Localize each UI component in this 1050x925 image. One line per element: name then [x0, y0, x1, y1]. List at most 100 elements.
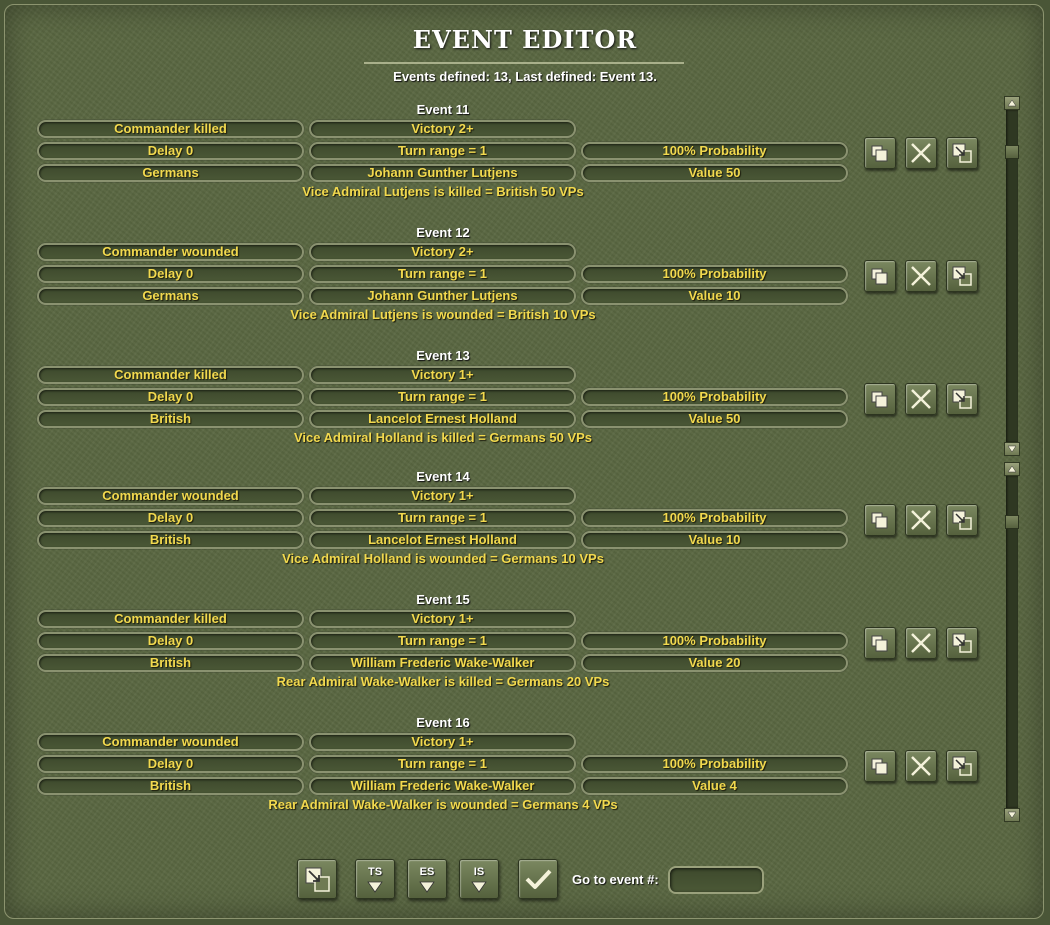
event-title: Event 14	[416, 469, 470, 484]
turn-range-field[interactable]: Turn range = 1	[309, 388, 576, 406]
scrollbar-thumb-upper[interactable]	[1005, 145, 1019, 159]
victory-condition-field[interactable]: Victory 1+	[309, 733, 576, 751]
delete-event-button[interactable]	[905, 260, 937, 292]
delete-event-button[interactable]	[905, 750, 937, 782]
commander-field[interactable]: Johann Gunther Lutjens	[309, 164, 576, 182]
delay-field[interactable]: Delay 0	[37, 755, 304, 773]
side-field[interactable]: British	[37, 654, 304, 672]
confirm-button[interactable]	[518, 859, 558, 899]
is-button[interactable]: IS	[459, 859, 499, 899]
value-field[interactable]: Value 50	[581, 164, 848, 182]
event-description: Vice Admiral Holland is killed = Germans…	[293, 430, 593, 445]
value-field[interactable]: Value 50	[581, 410, 848, 428]
copy-event-button[interactable]	[864, 137, 896, 169]
probability-field[interactable]: 100% Probability	[581, 388, 848, 406]
commander-field[interactable]: William Frederic Wake-Walker	[309, 777, 576, 795]
delete-icon	[911, 389, 931, 409]
delete-event-button[interactable]	[905, 383, 937, 415]
delay-field[interactable]: Delay 0	[37, 509, 304, 527]
victory-condition-field[interactable]: Victory 1+	[309, 487, 576, 505]
event-title: Event 12	[416, 225, 470, 240]
copy-event-button[interactable]	[864, 260, 896, 292]
victory-condition-field[interactable]: Victory 1+	[309, 366, 576, 384]
copy-event-button[interactable]	[864, 750, 896, 782]
turn-range-field[interactable]: Turn range = 1	[309, 265, 576, 283]
paste-icon	[952, 633, 972, 653]
victory-condition-field[interactable]: Victory 2+	[309, 120, 576, 138]
value-field[interactable]: Value 20	[581, 654, 848, 672]
value-field[interactable]: Value 10	[581, 287, 848, 305]
probability-field[interactable]: 100% Probability	[581, 755, 848, 773]
event-type-field[interactable]: Commander killed	[37, 366, 304, 384]
delete-icon	[911, 756, 931, 776]
copy-icon	[871, 758, 888, 775]
probability-field[interactable]: 100% Probability	[581, 632, 848, 650]
es-button[interactable]: ES	[407, 859, 447, 899]
victory-condition-field[interactable]: Victory 1+	[309, 610, 576, 628]
paste-icon	[952, 143, 972, 163]
arrow-down-icon	[1007, 445, 1017, 453]
side-field[interactable]: British	[37, 777, 304, 795]
commander-field[interactable]: Johann Gunther Lutjens	[309, 287, 576, 305]
delete-icon	[911, 143, 931, 163]
delete-icon	[911, 510, 931, 530]
scroll-down-button[interactable]	[1004, 808, 1020, 822]
probability-field[interactable]: 100% Probability	[581, 142, 848, 160]
delete-event-button[interactable]	[905, 137, 937, 169]
copy-event-button[interactable]	[864, 504, 896, 536]
paste-event-button[interactable]	[946, 750, 978, 782]
event-type-field[interactable]: Commander wounded	[37, 243, 304, 261]
delay-field[interactable]: Delay 0	[37, 142, 304, 160]
paste-event-button[interactable]	[946, 260, 978, 292]
paste-event-button[interactable]	[946, 137, 978, 169]
scrollbar-track-upper[interactable]	[1006, 110, 1018, 442]
event-type-field[interactable]: Commander wounded	[37, 733, 304, 751]
side-field[interactable]: British	[37, 410, 304, 428]
probability-field[interactable]: 100% Probability	[581, 265, 848, 283]
commander-field[interactable]: Lancelot Ernest Holland	[309, 410, 576, 428]
scroll-up-button[interactable]	[1004, 462, 1020, 476]
paste-event-button[interactable]	[946, 504, 978, 536]
event-title: Event 15	[416, 592, 470, 607]
commander-field[interactable]: Lancelot Ernest Holland	[309, 531, 576, 549]
goto-event-label: Go to event #:	[572, 872, 659, 887]
probability-field[interactable]: 100% Probability	[581, 509, 848, 527]
goto-event-input[interactable]	[668, 866, 764, 894]
paste-event-button[interactable]	[946, 627, 978, 659]
paste-icon	[952, 756, 972, 776]
turn-range-field[interactable]: Turn range = 1	[309, 755, 576, 773]
paste-icon	[305, 867, 330, 892]
event-description: Vice Admiral Lutjens is killed = British…	[302, 184, 584, 199]
event-type-field[interactable]: Commander wounded	[37, 487, 304, 505]
delay-field[interactable]: Delay 0	[37, 388, 304, 406]
new-event-button[interactable]	[297, 859, 337, 899]
side-field[interactable]: Germans	[37, 164, 304, 182]
ts-button[interactable]: TS	[355, 859, 395, 899]
paste-event-button[interactable]	[946, 383, 978, 415]
scroll-down-button[interactable]	[1004, 442, 1020, 456]
arrow-up-icon	[1007, 99, 1017, 107]
event-description: Rear Admiral Wake-Walker is killed = Ger…	[276, 674, 610, 689]
checkmark-icon	[525, 869, 552, 889]
turn-range-field[interactable]: Turn range = 1	[309, 142, 576, 160]
turn-range-field[interactable]: Turn range = 1	[309, 509, 576, 527]
event-type-field[interactable]: Commander killed	[37, 610, 304, 628]
value-field[interactable]: Value 4	[581, 777, 848, 795]
side-field[interactable]: British	[37, 531, 304, 549]
scroll-up-button[interactable]	[1004, 96, 1020, 110]
delete-event-button[interactable]	[905, 627, 937, 659]
event-type-field[interactable]: Commander killed	[37, 120, 304, 138]
event-title: Event 16	[416, 715, 470, 730]
delay-field[interactable]: Delay 0	[37, 632, 304, 650]
value-field[interactable]: Value 10	[581, 531, 848, 549]
copy-icon	[871, 391, 888, 408]
copy-event-button[interactable]	[864, 627, 896, 659]
delay-field[interactable]: Delay 0	[37, 265, 304, 283]
scrollbar-thumb-lower[interactable]	[1005, 515, 1019, 529]
delete-event-button[interactable]	[905, 504, 937, 536]
victory-condition-field[interactable]: Victory 2+	[309, 243, 576, 261]
turn-range-field[interactable]: Turn range = 1	[309, 632, 576, 650]
copy-event-button[interactable]	[864, 383, 896, 415]
commander-field[interactable]: William Frederic Wake-Walker	[309, 654, 576, 672]
side-field[interactable]: Germans	[37, 287, 304, 305]
